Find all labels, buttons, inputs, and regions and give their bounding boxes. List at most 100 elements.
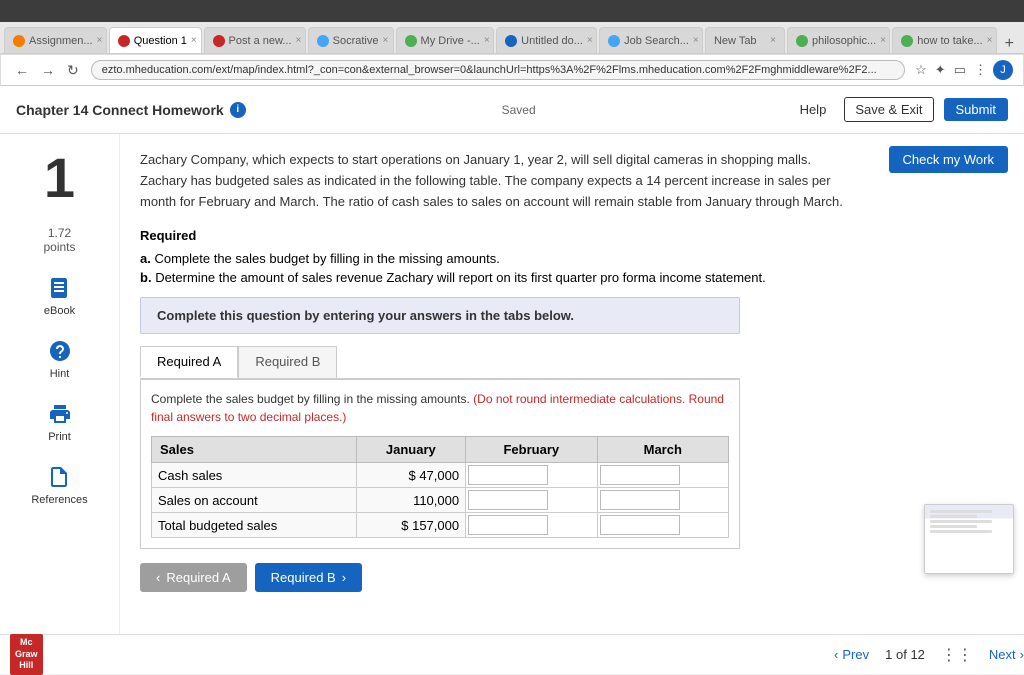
mcgraw-hill-logo: McGrawHill: [10, 634, 43, 675]
tab-jobsearch[interactable]: Job Search... ×: [599, 27, 703, 53]
row-total-label: Total budgeted sales: [152, 513, 357, 538]
question-number: 1: [44, 150, 75, 206]
warning-text: Complete the sales budget by filling in …: [151, 390, 729, 426]
menu-icon[interactable]: ⋮: [972, 60, 989, 80]
help-button[interactable]: Help: [792, 98, 835, 121]
tab-close-icon[interactable]: ×: [880, 35, 886, 46]
current-page: 1: [885, 647, 892, 662]
references-tool[interactable]: References: [31, 463, 87, 506]
tab-post[interactable]: Post a new... ×: [204, 27, 306, 53]
tab-label: New Tab: [714, 35, 757, 47]
next-button[interactable]: Next ›: [989, 647, 1024, 662]
forward-button[interactable]: →: [37, 60, 59, 80]
bottom-bar: McGrawHill ‹ Prev 1 of 12 ⋮⋮ Next ›: [0, 634, 1024, 674]
tab-howtotake[interactable]: how to take... ×: [892, 27, 996, 53]
of-label: of: [896, 647, 907, 662]
total-pages: 12: [910, 647, 924, 662]
row-cash-sales-mar-cell[interactable]: [597, 463, 728, 488]
tab-label: Socrative: [333, 35, 379, 47]
refresh-button[interactable]: ↻: [63, 60, 83, 81]
tab-required-a[interactable]: Required A: [140, 346, 238, 378]
next-arrow-icon: ›: [1020, 647, 1024, 662]
row-on-account-mar-cell[interactable]: [597, 488, 728, 513]
tab-close-icon[interactable]: ×: [191, 35, 197, 46]
info-icon[interactable]: i: [230, 102, 246, 118]
tab-close-icon[interactable]: ×: [484, 35, 490, 46]
tab-close-icon[interactable]: ×: [770, 35, 776, 46]
col-header-january: January: [356, 437, 466, 463]
tab-socrative[interactable]: Socrative ×: [308, 27, 394, 53]
tab-close-icon[interactable]: ×: [987, 35, 993, 46]
tab-label: how to take...: [917, 35, 982, 47]
tab-docs[interactable]: Untitled do... ×: [496, 27, 597, 53]
cash-sales-mar-input[interactable]: [600, 465, 680, 485]
tab-required-b[interactable]: Required B: [238, 346, 337, 378]
tab-question1[interactable]: Question 1 ×: [109, 27, 202, 53]
submit-button[interactable]: Submit: [944, 98, 1008, 121]
points-value: 1.72: [43, 226, 75, 240]
tab-close-icon[interactable]: ×: [296, 35, 302, 46]
tab-label: Post a new...: [229, 35, 292, 47]
chapter-title: Chapter 14 Connect Homework: [16, 102, 224, 118]
tab-newtab[interactable]: New Tab ×: [705, 27, 785, 53]
tab-icon: [405, 35, 417, 47]
tab-close-icon[interactable]: ×: [587, 35, 593, 46]
tab-close-icon[interactable]: ×: [383, 35, 389, 46]
total-mar-input[interactable]: [600, 515, 680, 535]
grid-icon[interactable]: ⋮⋮: [941, 645, 973, 665]
required-b-button[interactable]: Required B ›: [255, 563, 362, 592]
saved-badge: Saved: [502, 103, 536, 117]
tab-label: Untitled do...: [521, 35, 583, 47]
table-row: Total budgeted sales $ 157,000: [152, 513, 729, 538]
row-cash-sales-label: Cash sales: [152, 463, 357, 488]
tab-label: Job Search...: [624, 35, 689, 47]
on-account-feb-input[interactable]: [468, 490, 548, 510]
tab-label: Assignmen...: [29, 35, 93, 47]
on-account-mar-input[interactable]: [600, 490, 680, 510]
table-row: Sales on account 110,000: [152, 488, 729, 513]
table-row: Cash sales $ 47,000: [152, 463, 729, 488]
tab-icon: [608, 35, 620, 47]
ebook-tool[interactable]: eBook: [44, 274, 75, 317]
row-total-mar-cell[interactable]: [597, 513, 728, 538]
row-cash-sales-feb-cell[interactable]: [466, 463, 597, 488]
tab-label: philosophic...: [812, 35, 876, 47]
user-avatar: J: [993, 60, 1013, 80]
tab-icon: [317, 35, 329, 47]
print-tool[interactable]: Print: [46, 400, 74, 443]
ebook-label: eBook: [44, 305, 75, 317]
check-work-button[interactable]: Check my Work: [889, 146, 1009, 173]
header-actions: Help Save & Exit Submit: [792, 97, 1008, 122]
tab-close-icon[interactable]: ×: [97, 35, 103, 46]
points-label: points: [43, 240, 75, 254]
back-button[interactable]: ←: [11, 60, 33, 80]
tab-bar: Assignmen... × Question 1 × Post a new..…: [0, 22, 1024, 54]
save-exit-button[interactable]: Save & Exit: [844, 97, 933, 122]
browser-titlebar: [0, 0, 1024, 22]
row-on-account-jan-value: 110,000: [356, 488, 466, 513]
col-header-february: February: [466, 437, 597, 463]
app-title-section: Chapter 14 Connect Homework i: [16, 102, 246, 118]
hint-tool[interactable]: Hint: [46, 337, 74, 380]
req-b-text: b. Determine the amount of sales revenue…: [140, 270, 1004, 285]
url-input[interactable]: [91, 60, 905, 80]
tab-label: Question 1: [134, 35, 187, 47]
star-icon[interactable]: ✦: [933, 60, 948, 80]
nav-buttons: ‹ Required A Required B ›: [140, 563, 740, 592]
hint-label: Hint: [50, 368, 70, 380]
instruction-text: Complete this question by entering your …: [157, 308, 574, 323]
cast-icon[interactable]: ▭: [952, 60, 968, 80]
bookmark-icon[interactable]: ☆: [913, 60, 929, 80]
required-a-button[interactable]: ‹ Required A: [140, 563, 247, 592]
new-tab-button[interactable]: +: [999, 35, 1020, 53]
tab-assignments[interactable]: Assignmen... ×: [4, 27, 107, 53]
total-feb-input[interactable]: [468, 515, 548, 535]
tab-drive[interactable]: My Drive -... ×: [396, 27, 495, 53]
tab-philosophy[interactable]: philosophic... ×: [787, 27, 890, 53]
row-on-account-feb-cell[interactable]: [466, 488, 597, 513]
cash-sales-feb-input[interactable]: [468, 465, 548, 485]
prev-button[interactable]: ‹ Prev: [834, 647, 869, 662]
row-total-feb-cell[interactable]: [466, 513, 597, 538]
tab-close-icon[interactable]: ×: [693, 35, 699, 46]
tab-icon: [213, 35, 225, 47]
